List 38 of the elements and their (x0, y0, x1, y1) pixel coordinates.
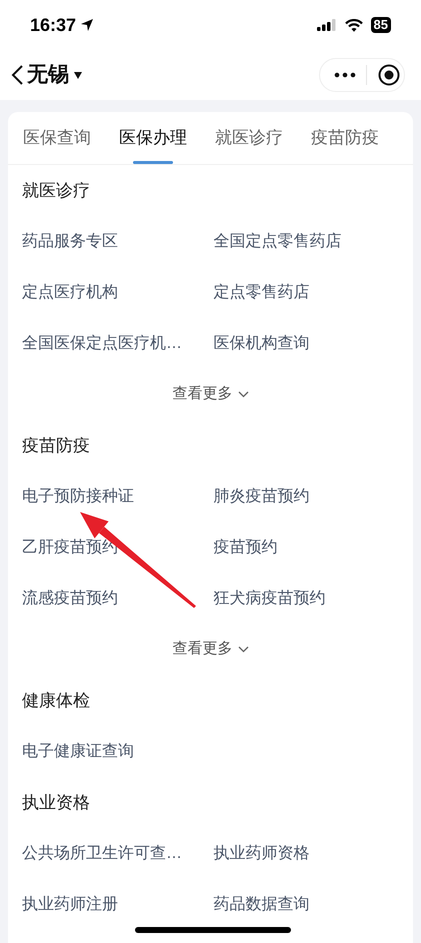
section-heading: 执业资格 (22, 792, 90, 814)
chevron-down-icon (238, 646, 248, 653)
dropdown-caret-icon[interactable] (74, 72, 82, 78)
back-icon[interactable] (10, 64, 24, 86)
service-link[interactable]: 药品服务专区 (22, 230, 118, 254)
service-link[interactable]: 全国医保定点医疗机… (22, 332, 182, 356)
service-link[interactable]: 公共场所卫生许可查… (22, 842, 182, 866)
close-miniprogram-icon[interactable] (378, 64, 400, 86)
category-tab[interactable]: 医保查询 (23, 112, 91, 164)
section-heading: 健康体检 (22, 690, 90, 712)
service-link[interactable]: 定点零售药店 (214, 280, 310, 304)
city-title[interactable]: 无锡 (27, 59, 69, 91)
service-link[interactable]: 执业药师资格 (214, 842, 310, 866)
service-link[interactable]: 全国定点零售药店 (214, 230, 342, 254)
section-heading: 就医诊疗 (22, 180, 90, 202)
show-more-button[interactable]: 查看更多 (172, 638, 248, 661)
service-link[interactable]: 执业药师注册 (22, 892, 118, 916)
battery-indicator: 85 (370, 17, 391, 33)
show-more-button[interactable]: 查看更多 (172, 383, 248, 406)
category-tab[interactable]: 医保办理 (119, 112, 187, 164)
status-time: 16:37 (30, 14, 76, 36)
service-link[interactable]: 电子健康证查询 (22, 740, 134, 764)
service-link[interactable]: 定点医疗机构 (22, 280, 118, 304)
category-tab[interactable]: 疫苗防疫 (311, 112, 379, 164)
service-link[interactable]: 医保机构查询 (214, 332, 310, 356)
service-link[interactable]: 狂犬病疫苗预约 (214, 586, 326, 610)
service-link[interactable]: 疫苗预约 (214, 536, 278, 560)
more-icon[interactable] (334, 72, 356, 78)
service-link[interactable]: 药品数据查询 (214, 892, 310, 916)
chevron-down-icon (238, 391, 248, 398)
section-heading: 疫苗防疫 (22, 434, 90, 457)
service-link[interactable]: 流感疫苗预约 (22, 586, 118, 610)
category-tab[interactable]: 就医诊疗 (215, 112, 283, 164)
signal-icon (316, 19, 337, 31)
service-link[interactable]: 电子预防接种证 (22, 484, 134, 508)
wifi-icon (344, 18, 363, 32)
service-link[interactable]: 肺炎疫苗预约 (214, 484, 310, 508)
location-icon (80, 18, 94, 32)
